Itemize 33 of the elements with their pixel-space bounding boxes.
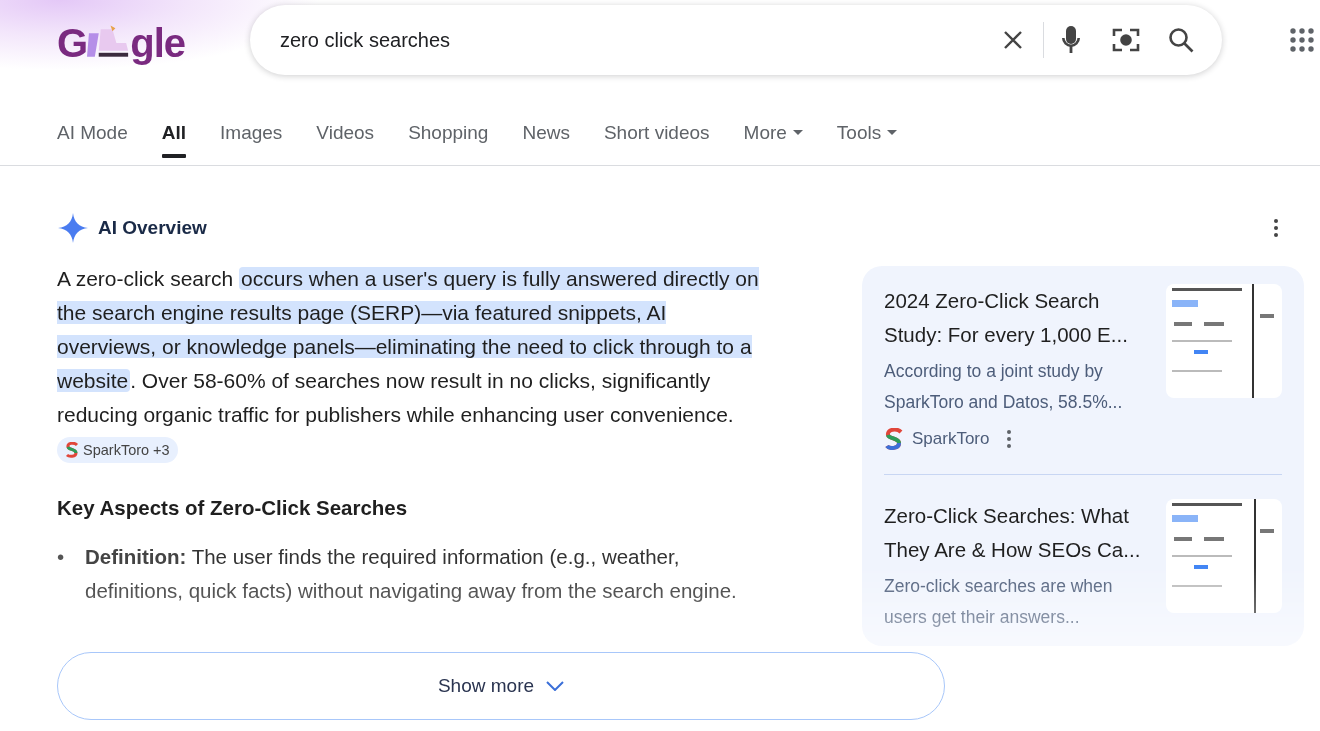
- bullet-marker: •: [57, 544, 66, 570]
- tab[interactable]: All: [161, 114, 187, 165]
- source-snippet: According to a joint study by SparkToro and Datos, 58.5%...: [884, 360, 1124, 414]
- tab[interactable]: Videos: [316, 114, 375, 165]
- chevron-down-icon: [546, 681, 565, 691]
- sparkle-icon: [57, 212, 89, 244]
- tab[interactable]: More: [743, 114, 803, 165]
- search-icon[interactable]: [1168, 27, 1194, 53]
- logo-letter: G: [57, 20, 88, 66]
- tab[interactable]: Images: [220, 114, 283, 165]
- source-title[interactable]: 2024 Zero-Click Search Study: For every 1,000 E...: [884, 284, 1152, 352]
- camera-lens-icon[interactable]: [1112, 26, 1140, 54]
- tab[interactable]: Tools: [836, 114, 898, 165]
- more-options-icon[interactable]: [1274, 219, 1278, 237]
- apps-grid-icon[interactable]: [1290, 28, 1314, 52]
- tab[interactable]: AI Mode: [57, 114, 128, 165]
- more-options-icon[interactable]: [1007, 430, 1012, 448]
- section-title: AI Overview: [98, 217, 207, 239]
- tab[interactable]: Shopping: [408, 114, 489, 165]
- citation-chip[interactable]: SparkToro +3: [57, 437, 178, 464]
- tab[interactable]: Short videos: [603, 114, 710, 165]
- section-heading: Key Aspects of Zero-Click Searches: [57, 496, 409, 520]
- tab[interactable]: News: [522, 114, 570, 165]
- show-more-button[interactable]: Show more: [57, 652, 945, 720]
- site-logo-icon: [884, 428, 904, 450]
- search-field[interactable]: zero click searches: [278, 27, 1001, 53]
- site-name[interactable]: SparkToro: [912, 429, 990, 449]
- source-title[interactable]: Zero-Click Searches: What They Are & How SEOs Ca...: [884, 499, 1152, 567]
- logo-letters: gle: [130, 20, 185, 66]
- site-logo-icon: [65, 442, 79, 459]
- source-snippet: Zero-click searches are when users get their answers...: [884, 575, 1114, 629]
- microphone-icon[interactable]: [1060, 25, 1082, 55]
- bullet-text: Definition: The user finds the required information (e.g., weather, definitions, quick facts) without navigating away from the search engine.: [85, 544, 738, 604]
